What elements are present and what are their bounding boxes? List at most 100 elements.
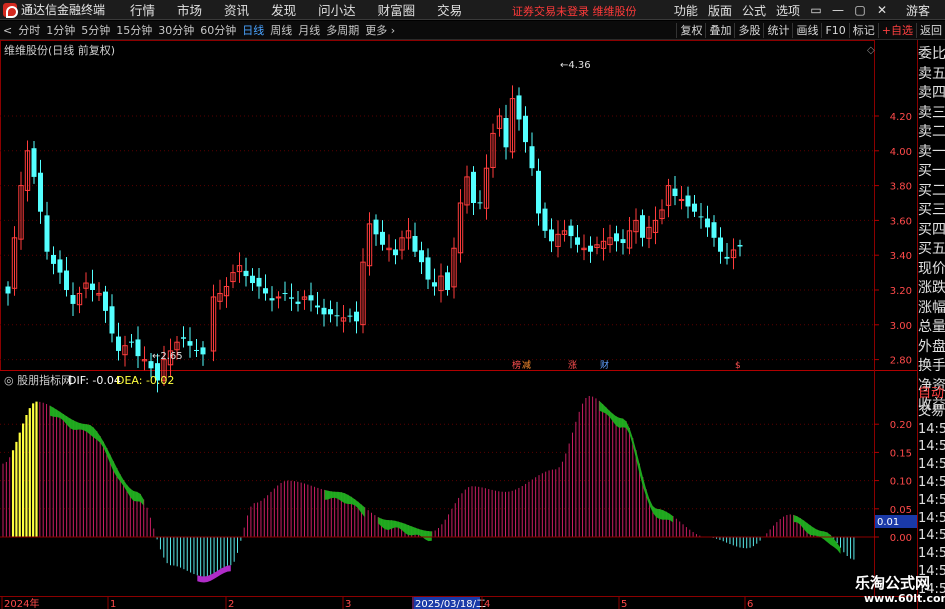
- maximize-icon[interactable]: ▢: [849, 3, 871, 17]
- quote-sidebar: 委比 卖五 卖四 卖三 卖二 卖一 买一 买二 买三 买四 买五 现价 涨跌 涨幅 总量 外盘 换手 净资 收益: [918, 45, 945, 416]
- candle-body: [380, 231, 385, 245]
- app-logo-icon: [3, 2, 18, 18]
- candle-body: [549, 229, 554, 242]
- menu-item-6[interactable]: 交易: [426, 0, 473, 19]
- menu-bar: 通达信金融终端 行情 市场 资讯 发现 问小达 财富圈 交易 证券交易未登录 维维股份 功能…: [0, 0, 945, 20]
- back-arrow-icon[interactable]: <: [0, 24, 15, 37]
- right-menu-item-1[interactable]: 版面: [703, 2, 737, 19]
- tool-button-4[interactable]: 画线: [792, 23, 821, 38]
- tool-button-6[interactable]: 标记: [848, 23, 878, 38]
- right-menu-item-3[interactable]: 选项: [771, 2, 805, 19]
- trade-sidebar: 自动交易14:5614:5614:5614:5614:5614:5614:561…: [918, 385, 945, 599]
- quote-label-14: 总量: [918, 319, 945, 335]
- quote-label-11: 现价: [918, 260, 945, 277]
- candle-body: [90, 283, 95, 290]
- tool-button-8[interactable]: 返回: [916, 23, 945, 38]
- menu-item-2[interactable]: 资讯: [213, 0, 260, 19]
- event-marker-4[interactable]: $: [735, 361, 741, 371]
- candle-body: [328, 309, 333, 315]
- main-chart-frame: [0, 40, 875, 371]
- candle-body: [692, 203, 697, 212]
- candle-body: [425, 257, 431, 280]
- candle-body: [705, 218, 710, 228]
- macd-label-4: 0.00: [890, 533, 912, 544]
- period-tab-9[interactable]: 多周期: [323, 22, 362, 38]
- candle-body: [263, 288, 268, 294]
- candle-body: [354, 311, 359, 322]
- menu-item-1[interactable]: 市场: [166, 0, 213, 19]
- time-label-6: 5: [621, 599, 627, 609]
- candle-body: [503, 118, 509, 148]
- guest-label[interactable]: 游客: [901, 2, 935, 19]
- menu-item-3[interactable]: 发现: [260, 0, 307, 19]
- candle-body: [711, 222, 717, 238]
- candle-body: [568, 225, 574, 237]
- candle-body: [38, 172, 43, 212]
- period-tab-8[interactable]: 月线: [295, 22, 323, 38]
- candle-body: [275, 296, 282, 299]
- app-name: 通达信金融终端: [21, 3, 106, 17]
- period-toolbar: < 分时 1分钟 5分钟 15分钟 30分钟 60分钟 日线 周线 月线 多周期 更多 › 复权 叠加…: [0, 21, 945, 40]
- period-tab-3[interactable]: 15分钟: [113, 22, 155, 38]
- time-label-4: 2025/03/18/二: [415, 599, 486, 609]
- watermark-title: 乐淘公式网: [855, 574, 931, 592]
- quote-label-10: 买五: [918, 241, 945, 257]
- menu-item-4[interactable]: 问小达: [307, 0, 367, 19]
- main-chart-title: 维维股份(日线 前复权): [4, 43, 115, 57]
- event-marker-1[interactable]: 减: [522, 359, 531, 371]
- candle-body: [685, 195, 691, 207]
- candle-body: [295, 301, 301, 304]
- candle-body: [181, 337, 186, 339]
- candle-body: [70, 295, 76, 304]
- trade-label-8: 14:56: [918, 528, 945, 544]
- trade-label-5: 14:56: [918, 474, 945, 490]
- time-label-2: 2: [228, 599, 234, 609]
- tool-button-5[interactable]: F10: [821, 23, 848, 38]
- kline-chart[interactable]: 4.20 4.00 3.80 3.60 3.40 3.20 3.00 2.80 维维股份(日线 …: [0, 40, 945, 609]
- event-marker-3[interactable]: 财: [600, 359, 609, 371]
- minimize-icon[interactable]: —: [827, 3, 849, 17]
- candle-body: [109, 306, 115, 334]
- period-tab-6[interactable]: 日线: [239, 22, 267, 38]
- candle-body: [718, 237, 723, 252]
- menu-item-0[interactable]: 行情: [119, 0, 166, 19]
- period-tab-7[interactable]: 周线: [267, 22, 295, 38]
- candle-body: [289, 297, 294, 299]
- chart-settings-icon[interactable]: ◇: [867, 45, 875, 56]
- period-tab-2[interactable]: 5分钟: [78, 22, 113, 38]
- menu-item-5[interactable]: 财富圈: [367, 0, 427, 19]
- quote-label-8: 买三: [918, 202, 945, 218]
- quote-label-12: 涨跌: [918, 280, 945, 296]
- period-tab-4[interactable]: 30分钟: [155, 22, 197, 38]
- candle-body: [269, 298, 275, 301]
- candle-body: [200, 347, 206, 355]
- event-marker-2[interactable]: 涨: [568, 360, 577, 371]
- tool-button-2[interactable]: 多股: [734, 23, 763, 38]
- restore-icon[interactable]: ▭: [805, 3, 827, 17]
- login-notice[interactable]: 证券交易未登录 维维股份: [512, 3, 637, 19]
- dea-band-2: [378, 517, 432, 542]
- tool-button-0[interactable]: 复权: [676, 23, 705, 38]
- tool-button-3[interactable]: 统计: [763, 23, 792, 38]
- event-marker-0[interactable]: 榜: [512, 359, 521, 371]
- candle-body: [516, 95, 522, 120]
- high-price-label: ←4.36: [560, 60, 591, 71]
- period-tab-1[interactable]: 1分钟: [43, 22, 78, 38]
- price-label-1: 4.00: [890, 147, 912, 158]
- period-tab-0[interactable]: 分时: [15, 22, 43, 38]
- period-tab-10[interactable]: 更多 ›: [362, 22, 398, 38]
- tool-button-7[interactable]: +自选: [877, 23, 916, 38]
- right-menu-item-2[interactable]: 公式: [737, 2, 771, 19]
- tool-button-1[interactable]: 叠加: [705, 23, 734, 38]
- candle-body: [321, 307, 327, 315]
- right-menu-item-0[interactable]: 功能: [669, 2, 703, 19]
- quote-label-16: 换手: [918, 358, 945, 374]
- close-icon[interactable]: ✕: [871, 3, 893, 17]
- period-tab-5[interactable]: 60分钟: [197, 22, 239, 38]
- quote-label-13: 涨幅: [918, 299, 945, 316]
- price-label-4: 3.40: [890, 251, 912, 262]
- price-label-5: 3.20: [890, 286, 912, 297]
- current-value-label: 0.01: [877, 517, 899, 528]
- time-label-5: 4: [484, 599, 490, 609]
- candle-body: [575, 237, 580, 245]
